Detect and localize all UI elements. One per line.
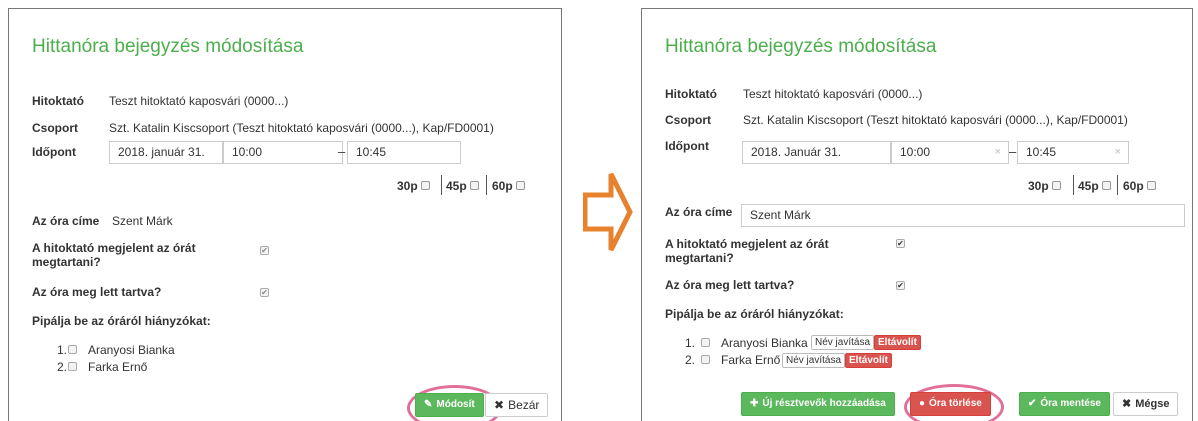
duration-45[interactable]: 45p xyxy=(1078,179,1111,193)
duration-30[interactable]: 30p xyxy=(397,179,430,193)
pencil-icon: ✎ xyxy=(424,399,433,410)
hianyzok-label: Pipálja be az óráról hiányzókat: xyxy=(665,307,844,321)
right-dialog: Hittanóra bejegyzés módosítása Hitoktató… xyxy=(641,8,1193,421)
idopont-label: Időpont xyxy=(665,139,709,153)
duration-60[interactable]: 60p xyxy=(1123,179,1156,193)
checkbox-icon[interactable] xyxy=(420,181,430,191)
divider xyxy=(1073,175,1074,195)
dialog-title: Hittanóra bejegyzés módosítása xyxy=(32,36,304,57)
idopont-label: Időpont xyxy=(32,145,76,159)
megjelent-label: A hitoktató megjelent az órát megtartani… xyxy=(665,237,829,265)
time-dash: – xyxy=(1009,144,1017,159)
bezar-button[interactable]: ✖ Bezár xyxy=(485,393,549,417)
duration-45[interactable]: 45p xyxy=(446,179,479,193)
checkbox-icon[interactable] xyxy=(515,181,525,191)
start-time-input[interactable]: 10:00 × xyxy=(891,141,1009,164)
hianyzok-label: Pipálja be az óráról hiányzókat: xyxy=(32,314,211,328)
absent-checkbox[interactable] xyxy=(701,355,710,364)
megjelent-checkbox[interactable]: ✔ xyxy=(896,239,905,248)
ora-cime-label: Az óra címe xyxy=(32,214,100,228)
checkbox-icon[interactable] xyxy=(1101,181,1111,191)
right-arrow-icon xyxy=(583,172,633,252)
clear-icon[interactable]: × xyxy=(995,142,1001,163)
csoport-label: Csoport xyxy=(32,121,78,135)
megtartva-checkbox[interactable]: ✔ xyxy=(260,288,269,297)
divider xyxy=(441,175,442,195)
student-name: Aranyosi Bianka xyxy=(88,343,175,357)
time-dash: – xyxy=(338,144,346,159)
student-name: Farka Ernő xyxy=(721,353,781,367)
csoport-value: Szt. Katalin Kiscsoport (Teszt hitoktató… xyxy=(109,121,494,135)
student-name: Farka Ernő xyxy=(88,360,148,374)
megtartva-label: Az óra meg lett tartva? xyxy=(32,285,162,299)
dialog-title: Hittanóra bejegyzés módosítása xyxy=(665,36,937,57)
check-icon: ✔ xyxy=(1028,398,1037,409)
absent-checkbox[interactable] xyxy=(701,338,710,347)
delete-lesson-button[interactable]: ● Óra törlése xyxy=(910,392,991,416)
date-input[interactable]: 2018. január 31. xyxy=(109,141,223,164)
divider xyxy=(1117,175,1118,195)
add-participants-button[interactable]: ✚ Új résztvevők hozzáadása xyxy=(741,392,895,416)
hitoktato-value: Teszt hitoktató kaposvári (0000...) xyxy=(743,87,923,101)
modosit-button[interactable]: ✎ Módosít xyxy=(415,393,484,417)
plus-icon: ✚ xyxy=(750,398,759,409)
megtartva-checkbox[interactable]: ✔ xyxy=(896,281,905,290)
megtartva-label: Az óra meg lett tartva? xyxy=(665,278,795,292)
megjelent-checkbox[interactable]: ✔ xyxy=(260,246,269,255)
absent-checkbox[interactable] xyxy=(68,362,77,371)
info-icon: ● xyxy=(919,398,926,409)
duration-60[interactable]: 60p xyxy=(492,179,525,193)
ora-cime-input[interactable]: Szent Márk xyxy=(741,204,1185,227)
list-item-number: 2. xyxy=(685,353,696,367)
name-fix-button[interactable]: Név javítása xyxy=(811,335,875,350)
clear-icon[interactable]: × xyxy=(1115,142,1121,163)
checkbox-icon[interactable] xyxy=(1146,181,1156,191)
checkbox-icon[interactable] xyxy=(1051,181,1061,191)
cancel-button[interactable]: ✖ Mégse xyxy=(1113,392,1179,416)
absent-checkbox[interactable] xyxy=(68,345,77,354)
close-icon: ✖ xyxy=(494,398,505,412)
hitoktato-label: Hitoktató xyxy=(32,94,84,108)
duration-30[interactable]: 30p xyxy=(1028,179,1061,193)
remove-button[interactable]: Eltávolít xyxy=(845,353,892,368)
remove-button[interactable]: Eltávolít xyxy=(874,335,921,350)
date-input[interactable]: 2018. Január 31. xyxy=(742,141,891,164)
ora-cime-value: Szent Márk xyxy=(112,214,173,228)
divider xyxy=(486,175,487,195)
list-item-number: 1. xyxy=(57,343,68,357)
hitoktato-label: Hitoktató xyxy=(665,87,717,101)
list-item-number: 2. xyxy=(57,360,68,374)
hitoktato-value: Teszt hitoktató kaposvári (0000...) xyxy=(109,94,289,108)
student-name: Aranyosi Bianka xyxy=(721,336,808,350)
end-time-input[interactable]: 10:45 xyxy=(347,141,461,164)
megjelent-label: A hitoktató megjelent az órát megtartani… xyxy=(32,241,196,269)
list-item-number: 1. xyxy=(685,336,696,350)
end-time-input[interactable]: 10:45 × xyxy=(1017,141,1129,164)
checkbox-icon[interactable] xyxy=(469,181,479,191)
start-time-input[interactable]: 10:00 xyxy=(223,141,343,164)
name-fix-button[interactable]: Név javítása xyxy=(782,353,846,368)
ora-cime-label: Az óra címe xyxy=(665,205,733,219)
csoport-value: Szt. Katalin Kiscsoport (Teszt hitoktató… xyxy=(743,113,1128,127)
save-lesson-button[interactable]: ✔ Óra mentése xyxy=(1019,392,1110,416)
left-dialog: Hittanóra bejegyzés módosítása Hitoktató… xyxy=(8,8,562,421)
close-icon: ✖ xyxy=(1122,398,1132,410)
csoport-label: Csoport xyxy=(665,113,711,127)
